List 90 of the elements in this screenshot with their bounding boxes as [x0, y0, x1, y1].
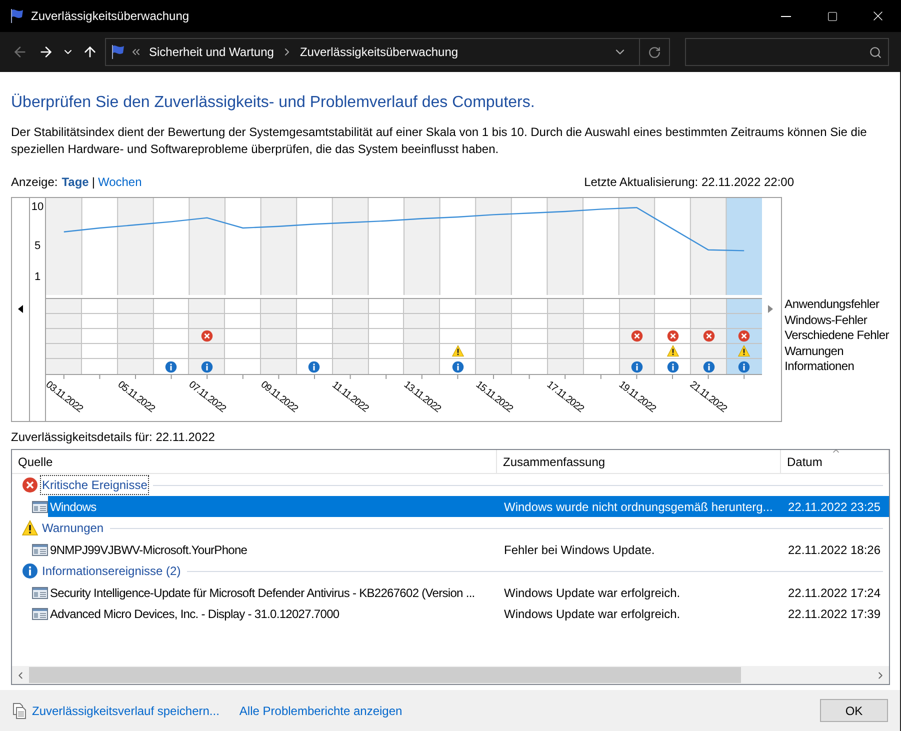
column-header[interactable]: Zusammenfassung [497, 450, 781, 473]
footer-link[interactable]: Alle Problemberichte anzeigen [239, 702, 402, 720]
table-cell-text: Windows wurde nicht ordnungsgemäß herunterg... [503, 498, 774, 516]
window-title: Zuverlässigkeitsüberwachung [31, 8, 190, 25]
table-row[interactable]: Security Intelligence-Update für Microsoft Defender Antivirus - KB2267602 (Version ... Windows Update war erfolgreich. 22.11.2022 17:24 [48, 582, 889, 603]
maximize-icon [826, 10, 838, 22]
table-cell-text: 22.11.2022 17:24 [787, 584, 882, 602]
view-option-link[interactable]: Tage [62, 172, 89, 190]
event-column[interactable] [655, 299, 692, 374]
window-icon [32, 608, 48, 620]
legend-label: Verschiedene Fehler [784, 328, 889, 344]
error-icon [200, 330, 213, 342]
day-column[interactable] [46, 198, 82, 295]
warning-icon [738, 345, 750, 357]
table-cell-text: Windows Update war erfolgreich. [503, 606, 682, 622]
refresh-icon [648, 46, 661, 58]
table-cell-text: 9NMPJ99VJBWV-Microsoft.YourPhone [49, 542, 248, 558]
info-icon [666, 360, 679, 372]
documents-icon [12, 702, 27, 718]
ok-button[interactable]: OK [820, 699, 888, 722]
error-icon [738, 330, 750, 342]
scroll-right-icon[interactable] [768, 304, 773, 314]
y-axis-label: 10 [31, 202, 44, 213]
error-icon [630, 330, 643, 342]
table-cell-text: Windows [49, 498, 98, 516]
breadcrumb-item[interactable]: Sicherheit und Wartung [146, 43, 277, 61]
table-row[interactable]: 9NMPJ99VJBWV-Microsoft.YourPhone Fehler bei Windows Update. 22.11.2022 18:26 [48, 539, 889, 560]
table-row[interactable]: Windows Windows wurde nicht ordnungsgemäß herunterg... 22.11.2022 23:25 [48, 496, 889, 517]
window-icon [32, 500, 48, 512]
info-icon [452, 360, 464, 372]
window-icon [32, 544, 48, 556]
view-option-link[interactable]: Wochen [98, 172, 142, 190]
table-cell-text: 22.11.2022 23:25 [787, 498, 882, 516]
group-header[interactable]: Kritische Ereignisse [40, 475, 150, 495]
table-cell-text: 22.11.2022 17:39 [787, 606, 882, 622]
breadcrumb-item[interactable]: Zuverlässigkeitsüberwachung [296, 43, 462, 61]
legend-label: Informationen [784, 359, 856, 374]
table-cell-text: Windows Update war erfolgreich. [503, 584, 682, 602]
table-row[interactable]: Advanced Micro Devices, Inc. - Display - 31.0.12027.7000 Windows Update war erfolgreich. 22.11.2022 17:39 [48, 603, 889, 624]
y-axis-label: 1 [34, 272, 41, 284]
horizontal-scrollbar[interactable] [12, 666, 889, 684]
search-field[interactable] [685, 38, 889, 66]
page-heading: Überprüfen Sie den Zuverlässigkeits- und Problemverlauf des Computers. [11, 92, 536, 113]
table-cell-text: 22.11.2022 18:26 [787, 542, 882, 558]
event-column[interactable] [296, 299, 333, 374]
info-icon [630, 360, 643, 372]
info-icon [738, 360, 750, 372]
view-label: Anzeige: [11, 174, 58, 190]
warning-icon [22, 520, 38, 536]
description-text: Der Stabilitätsindex dient der Bewertung der Systemgesamtstabilität auf einer Skala von 1 bis 10. Durch die Auswahl eines bestimmten Zeitraums können Sie die speziellen Hardware- und Softwareprobleme überprüfen, die das System beeinflusst haben. [11, 124, 868, 158]
info-icon [164, 360, 177, 372]
legend-label: Windows-Fehler [784, 312, 868, 328]
info-icon [308, 360, 320, 372]
warning-icon [452, 345, 464, 357]
column-header[interactable]: Quelle [12, 450, 497, 473]
group-header[interactable]: Warnungen [40, 518, 106, 538]
legend-label: Anwendungsfehler [784, 297, 880, 312]
info-icon [200, 360, 213, 372]
address-field[interactable]: Sicherheit und Wartung Zuverlässigkeitsüberwachung [105, 38, 670, 66]
search-icon [869, 46, 882, 58]
flag-icon [9, 8, 25, 24]
separator-text: | [92, 174, 95, 190]
legend-label: Warnungen [784, 344, 845, 359]
column-header[interactable]: Datum [781, 450, 889, 473]
event-column[interactable] [620, 299, 656, 374]
error-icon [702, 330, 715, 342]
info-icon [702, 360, 715, 372]
window-icon [32, 586, 48, 598]
scrollbar-thumb[interactable] [29, 667, 741, 683]
info-icon [22, 563, 38, 579]
overflow-icon [130, 46, 142, 58]
warning-icon [666, 345, 679, 357]
table-cell-text: Security Intelligence-Update für Microsoft Defender Antivirus - KB2267602 (Version ... [49, 584, 476, 602]
group-header[interactable]: Informationsereignisse (2) [40, 561, 183, 581]
event-column[interactable] [691, 299, 728, 374]
last-update-text: Letzte Aktualisierung: 22.11.2022 22:00 [584, 174, 794, 190]
error-icon [22, 477, 38, 493]
y-axis-label: 5 [34, 241, 41, 252]
footer-link[interactable]: Zuverlässigkeitsverlauf speichern... [32, 702, 220, 720]
flag-icon [110, 44, 126, 60]
error-icon [666, 330, 679, 342]
event-column[interactable] [189, 299, 226, 374]
event-column[interactable] [440, 299, 476, 374]
table-cell-text: Fehler bei Windows Update. [503, 542, 656, 558]
details-title: Zuverlässigkeitsdetails für: 22.11.2022 [11, 430, 216, 444]
forward-arrow-icon [38, 44, 54, 60]
table-cell-text: Advanced Micro Devices, Inc. - Display - 31.0.12027.7000 [49, 606, 340, 622]
event-column[interactable] [727, 299, 762, 374]
event-column[interactable] [154, 299, 190, 374]
day-column[interactable] [547, 198, 583, 295]
